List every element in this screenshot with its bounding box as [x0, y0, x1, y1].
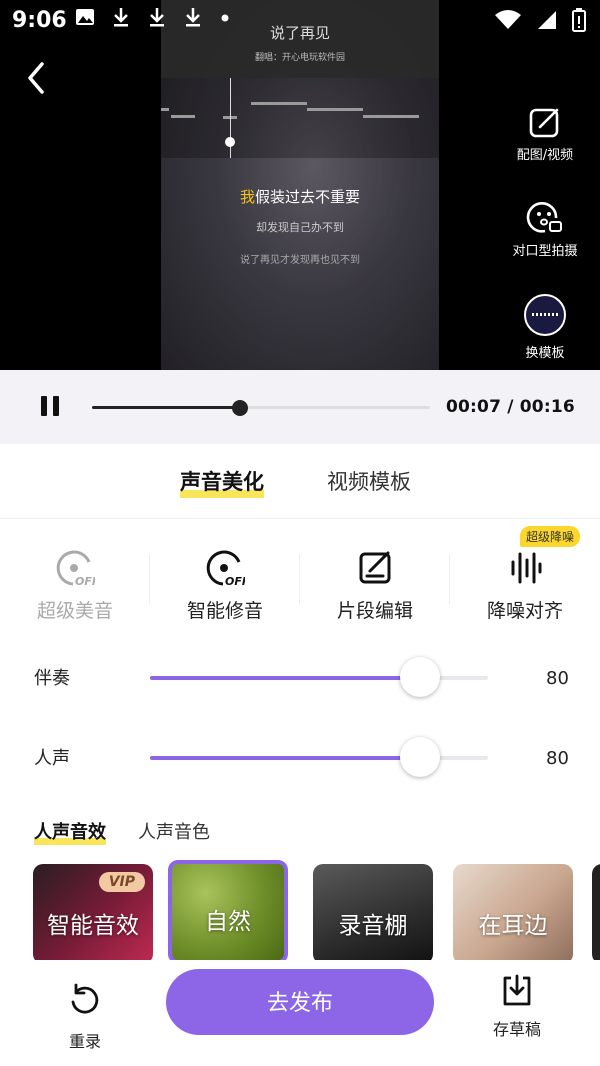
- effect-card-smart[interactable]: VIP 智能音效: [33, 864, 153, 960]
- vip-badge: VIP: [98, 872, 145, 892]
- video-preview[interactable]: 说了再见 翻唱：开心电玩软件园 我假装过去不重要 却发现自己办不到 说了再见才发…: [161, 0, 439, 370]
- lyric-current: 我假装过去不重要: [161, 186, 439, 207]
- pitch-visualizer: [161, 78, 439, 158]
- publish-button[interactable]: 去发布: [166, 969, 434, 1035]
- status-time: 9:06: [12, 8, 67, 33]
- pause-icon: [53, 396, 59, 416]
- dot-icon: [221, 14, 229, 22]
- pause-button[interactable]: [38, 396, 64, 420]
- wifi-icon: [495, 10, 521, 29]
- smart-tune-tool[interactable]: OFF 智能修音: [150, 548, 300, 623]
- svg-text:OFF: OFF: [225, 575, 245, 588]
- effect-card-partial[interactable]: [592, 864, 600, 960]
- lipsync-button[interactable]: 对口型拍摄: [490, 200, 600, 259]
- vocal-label: 人声: [34, 748, 70, 769]
- vocal-slider-knob[interactable]: [400, 737, 441, 777]
- effect-card-label: 智能音效: [47, 913, 139, 939]
- tab-video-template[interactable]: 视频模板: [327, 466, 411, 496]
- lipsync-label: 对口型拍摄: [512, 244, 578, 259]
- lipsync-camera-icon: [526, 202, 562, 233]
- vocal-slider-fill: [150, 756, 421, 760]
- progress-fill: [92, 406, 240, 409]
- effect-cards: VIP 智能音效 自然 录音棚 在耳边: [0, 860, 600, 960]
- effect-card-label: 在耳边: [478, 913, 548, 939]
- accompaniment-slider-fill: [150, 676, 421, 680]
- re-record-button[interactable]: 重录: [50, 982, 120, 1052]
- tools-row: OFF 超级美音 OFF 智能修音 片段编辑 降噪对齐 超级降噪: [0, 526, 600, 630]
- progress-knob[interactable]: [231, 400, 248, 416]
- bottom-action-bar: 重录 去发布 存草稿: [0, 960, 600, 1066]
- disc-off-icon: OFF: [56, 550, 95, 588]
- edit-image-icon: [529, 108, 559, 138]
- song-subtitle: 翻唱：开心电玩软件园: [254, 53, 345, 63]
- super-voice-tool[interactable]: OFF 超级美音: [0, 548, 150, 623]
- pitch-segment: [251, 102, 307, 105]
- main-tabs: 声音美化 视频模板: [0, 444, 600, 519]
- edit-media-label: 配图/视频: [516, 148, 574, 163]
- vocal-slider[interactable]: [150, 737, 488, 777]
- change-template-button[interactable]: 换模板: [490, 294, 600, 361]
- pitch-segment: [161, 108, 169, 111]
- vocal-value: 80: [546, 748, 569, 769]
- accompaniment-label: 伴奏: [34, 668, 70, 689]
- playback-bar: 00:07 / 00:16: [0, 370, 600, 444]
- vocal-slider-row: 人声 80: [0, 737, 600, 778]
- status-notifications: [74, 6, 232, 28]
- super-voice-label: 超级美音: [36, 600, 113, 622]
- effect-card-studio[interactable]: 录音棚: [313, 864, 433, 960]
- save-draft-label: 存草稿: [492, 1020, 541, 1039]
- image-icon: [76, 9, 94, 25]
- download-icon: [186, 8, 200, 27]
- save-draft-button[interactable]: 存草稿: [480, 972, 554, 1040]
- status-bar: 9:06: [0, 0, 600, 42]
- denoise-align-label: 降噪对齐: [486, 600, 563, 622]
- effect-card-natural[interactable]: 自然: [168, 860, 288, 960]
- re-record-label: 重录: [68, 1032, 101, 1051]
- effect-card-in-ear[interactable]: 在耳边: [453, 864, 573, 960]
- template-thumbnail-icon: [524, 294, 566, 336]
- chevron-left-icon: [28, 62, 44, 94]
- pause-icon: [41, 396, 47, 416]
- accompaniment-slider-knob[interactable]: [400, 657, 441, 697]
- battery-icon: [572, 8, 586, 32]
- refresh-icon: [71, 983, 99, 1014]
- change-template-label: 换模板: [525, 346, 565, 361]
- disc-off-icon: OFF: [206, 550, 245, 588]
- lyric-sung-part: 我: [239, 188, 255, 206]
- tab-vocal-effects[interactable]: 人声音效: [34, 818, 106, 845]
- effect-card-label: 自然: [205, 909, 251, 935]
- signal-icon: [538, 11, 556, 29]
- tab-voice-beautify[interactable]: 声音美化: [180, 466, 264, 498]
- super-denoise-badge: 超级降噪: [520, 526, 581, 547]
- denoise-align-tool[interactable]: 降噪对齐: [450, 548, 600, 623]
- svg-text:OFF: OFF: [75, 575, 95, 588]
- accompaniment-slider[interactable]: [150, 657, 488, 697]
- pitch-segment: [307, 108, 363, 111]
- download-icon: [114, 8, 128, 27]
- status-system-icons: [494, 8, 586, 32]
- accompaniment-value: 80: [546, 668, 569, 689]
- pitch-cursor-dot: [225, 137, 235, 147]
- smart-tune-label: 智能修音: [186, 600, 263, 622]
- time-display: 00:07 / 00:16: [446, 397, 575, 417]
- progress-track[interactable]: [92, 400, 430, 416]
- tab-vocal-timbre[interactable]: 人声音色: [138, 818, 210, 844]
- edit-media-button[interactable]: 配图/视频: [490, 106, 600, 163]
- pitch-segment: [363, 115, 419, 118]
- lyric-unsung-part: 假装过去不重要: [255, 188, 361, 206]
- lyric-next: 却发现自己办不到: [256, 221, 344, 234]
- back-button[interactable]: [18, 56, 58, 100]
- effect-card-label: 录音棚: [338, 913, 408, 939]
- save-draft-icon: [503, 974, 531, 1006]
- download-icon: [150, 8, 164, 27]
- accompaniment-slider-row: 伴奏 80: [0, 657, 600, 698]
- edit-icon: [359, 551, 391, 584]
- pitch-segment: [171, 115, 195, 118]
- lyric-after: 说了再见才发现再也见不到: [240, 255, 360, 266]
- waveform-icon: [511, 552, 542, 584]
- clip-edit-label: 片段编辑: [336, 600, 413, 622]
- clip-edit-tool[interactable]: 片段编辑: [300, 548, 450, 623]
